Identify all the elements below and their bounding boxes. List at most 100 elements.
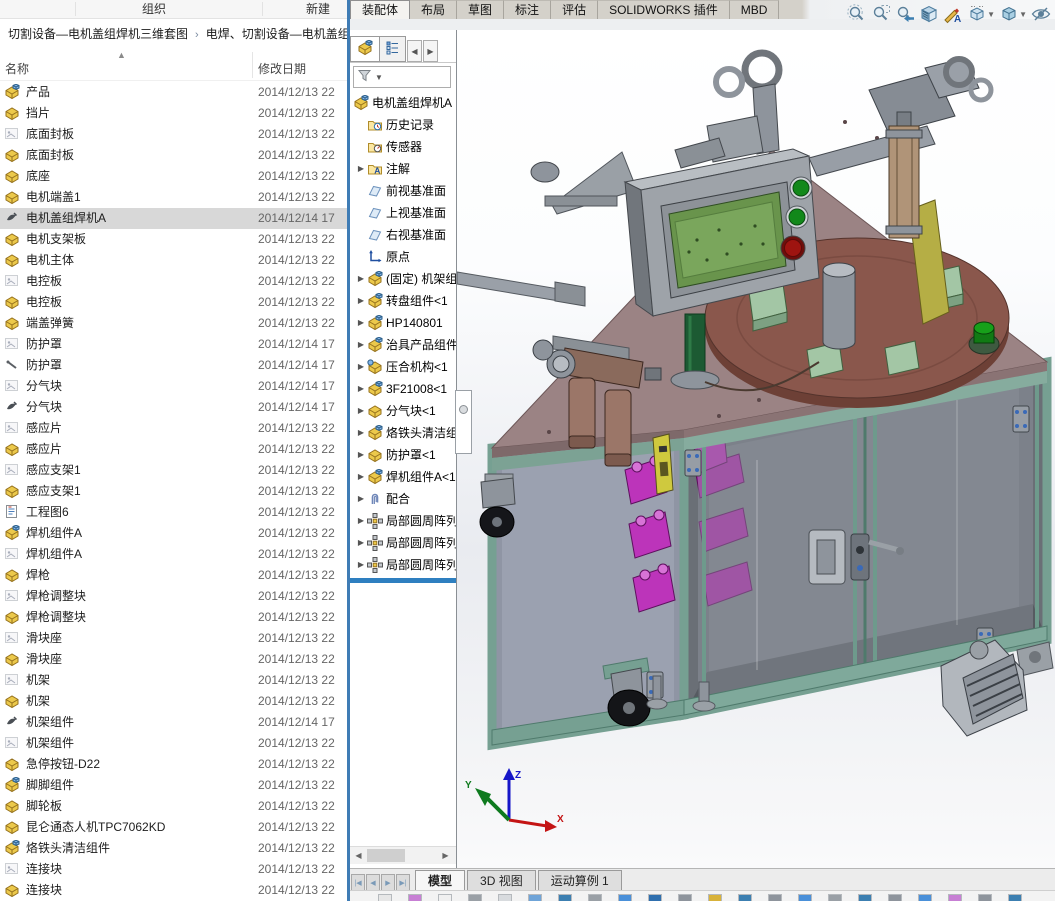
sort-ascending-icon[interactable]: ▲ <box>117 50 126 60</box>
file-row[interactable]: 连接块2014/12/13 22 <box>0 859 347 880</box>
first-tab-button[interactable]: |◀ <box>351 874 365 891</box>
scroll-left-arrow[interactable]: ◀ <box>351 848 366 863</box>
expand-arrow-icon[interactable]: ▶ <box>355 444 367 466</box>
expand-arrow-icon[interactable]: ▶ <box>355 554 367 576</box>
file-row[interactable]: 感应支架12014/12/13 22 <box>0 460 347 481</box>
graphics-viewport[interactable]: Z X Y <box>457 30 1055 868</box>
tree-item[interactable]: ▶局部圆周阵列 <box>350 554 456 576</box>
motion-tool-icon[interactable] <box>648 894 662 901</box>
tree-item[interactable]: ▶A注解 <box>350 158 456 180</box>
section-view-icon[interactable] <box>917 2 941 26</box>
file-row[interactable]: 工程图62014/12/13 22 <box>0 502 347 523</box>
file-row[interactable]: 急停按钮-D222014/12/13 22 <box>0 754 347 775</box>
expand-arrow-icon[interactable]: ▶ <box>355 312 367 334</box>
expand-arrow-icon[interactable]: ▶ <box>355 334 367 356</box>
file-row[interactable]: 机架组件2014/12/14 17 <box>0 712 347 733</box>
file-row[interactable]: 防护罩2014/12/14 17 <box>0 334 347 355</box>
breadcrumb-root[interactable]: 切割设备—电机盖组焊机三维套图 <box>8 27 188 41</box>
next-tab-button[interactable]: ▶ <box>381 874 395 891</box>
file-row[interactable]: 分气块2014/12/14 17 <box>0 376 347 397</box>
motion-tool-icon[interactable] <box>618 894 632 901</box>
file-row[interactable]: 机架2014/12/13 22 <box>0 670 347 691</box>
motion-tool-icon[interactable] <box>858 894 872 901</box>
motion-tool-icon[interactable] <box>978 894 992 901</box>
tree-item[interactable]: ▶焊机组件A<1 <box>350 466 456 488</box>
ribbon-tab-草图[interactable]: 草图 <box>457 0 504 19</box>
tree-item[interactable]: ▶局部圆周阵列 <box>350 532 456 554</box>
motion-tool-icon[interactable] <box>828 894 842 901</box>
motion-tool-icon[interactable] <box>738 894 752 901</box>
expand-arrow-icon[interactable]: ▶ <box>355 422 367 444</box>
file-row[interactable]: 焊枪调整块2014/12/13 22 <box>0 586 347 607</box>
file-row[interactable]: 感应片2014/12/13 22 <box>0 439 347 460</box>
organize-menu-button[interactable]: 组织 <box>142 1 166 17</box>
tree-item[interactable]: ▶(固定) 机架组件 <box>350 268 456 290</box>
tree-item[interactable]: 电机盖组焊机A <box>350 92 456 114</box>
zoom-to-fit-icon[interactable] <box>845 2 869 26</box>
file-row[interactable]: 焊枪调整块2014/12/13 22 <box>0 607 347 628</box>
motion-tool-icon[interactable] <box>678 894 692 901</box>
panel-tab-scroll-left-button[interactable]: ◀ <box>407 40 422 62</box>
motion-tool-icon[interactable] <box>528 894 542 901</box>
motion-tool-icon[interactable] <box>588 894 602 901</box>
back-clamp-mechanism[interactable] <box>675 53 779 168</box>
tree-item[interactable]: 传感器 <box>350 136 456 158</box>
tree-item[interactable]: ▶防护罩<1 <box>350 444 456 466</box>
expand-arrow-icon[interactable]: ▶ <box>355 158 367 180</box>
file-row[interactable]: 脚脚组件2014/12/13 22 <box>0 775 347 796</box>
file-row[interactable]: 电机端盖12014/12/13 22 <box>0 187 347 208</box>
expand-arrow-icon[interactable]: ▶ <box>355 400 367 422</box>
tree-item[interactable]: ▶局部圆周阵列 <box>350 510 456 532</box>
file-row[interactable]: 焊机组件A2014/12/13 22 <box>0 544 347 565</box>
previous-tab-button[interactable]: ◀ <box>366 874 380 891</box>
file-row[interactable]: 产品2014/12/13 22 <box>0 82 347 103</box>
column-divider[interactable] <box>252 52 253 78</box>
file-row[interactable]: 电机支架板2014/12/13 22 <box>0 229 347 250</box>
file-row[interactable]: 滑块座2014/12/13 22 <box>0 649 347 670</box>
ribbon-tab-评估[interactable]: 评估 <box>551 0 598 19</box>
left-roller-bracket[interactable] <box>531 152 637 214</box>
motion-tool-icon[interactable] <box>378 894 392 901</box>
tree-item[interactable]: ▶转盘组件<1 <box>350 290 456 312</box>
view-orientation-icon[interactable] <box>965 2 989 26</box>
motion-tool-icon[interactable] <box>1008 894 1022 901</box>
tab-featuremanager-tree[interactable] <box>350 36 380 62</box>
expand-arrow-icon[interactable]: ▶ <box>355 488 367 510</box>
file-row[interactable]: 电控板2014/12/13 22 <box>0 292 347 313</box>
file-row[interactable]: 连接块2014/12/13 22 <box>0 880 347 901</box>
motion-tool-icon[interactable] <box>918 894 932 901</box>
panel-tab-scroll-right-button[interactable]: ▶ <box>423 40 438 62</box>
column-header-date[interactable]: 修改日期 <box>258 60 306 77</box>
column-header-name[interactable]: 名称 <box>5 60 29 77</box>
machine-3d-model[interactable]: Z X Y <box>457 30 1055 868</box>
chevron-down-icon[interactable]: ▼ <box>987 10 995 19</box>
hide-show-annotations-icon[interactable]: A <box>941 2 965 26</box>
tree-item[interactable]: ▶分气块<1 <box>350 400 456 422</box>
scrollbar-thumb[interactable] <box>367 849 405 862</box>
panel-splitter-handle[interactable] <box>455 390 472 454</box>
previous-view-icon[interactable] <box>893 2 917 26</box>
file-row[interactable]: 底面封板2014/12/13 22 <box>0 124 347 145</box>
tree-item[interactable]: ▶压合机构<1 <box>350 356 456 378</box>
tree-item[interactable]: ▶烙铁头清洁组件 <box>350 422 456 444</box>
motion-tool-icon[interactable] <box>768 894 782 901</box>
motion-tool-icon[interactable] <box>708 894 722 901</box>
expand-arrow-icon[interactable]: ▶ <box>355 532 367 554</box>
splitter-collapse-dot[interactable] <box>459 405 468 414</box>
file-row[interactable]: 底座2014/12/13 22 <box>0 166 347 187</box>
scroll-right-arrow[interactable]: ▶ <box>438 848 453 863</box>
motion-tool-icon[interactable] <box>948 894 962 901</box>
file-row[interactable]: 机架组件2014/12/13 22 <box>0 733 347 754</box>
last-tab-button[interactable]: ▶| <box>396 874 410 891</box>
breadcrumb-current[interactable]: 电焊、切割设备—电机盖组焊机三维套图 <box>206 27 347 41</box>
tree-item[interactable]: ▶3F21008<1 <box>350 378 456 400</box>
tree-item[interactable]: 上视基准面 <box>350 202 456 224</box>
display-style-icon[interactable] <box>997 2 1021 26</box>
tree-item[interactable]: 前视基准面 <box>350 180 456 202</box>
document-tab-模型[interactable]: 模型 <box>415 870 465 891</box>
file-row[interactable]: 分气块2014/12/14 17 <box>0 397 347 418</box>
file-row[interactable]: 底面封板2014/12/13 22 <box>0 145 347 166</box>
expand-arrow-icon[interactable]: ▶ <box>355 290 367 312</box>
motion-tool-icon[interactable] <box>498 894 512 901</box>
file-row[interactable]: 焊机组件A2014/12/13 22 <box>0 523 347 544</box>
